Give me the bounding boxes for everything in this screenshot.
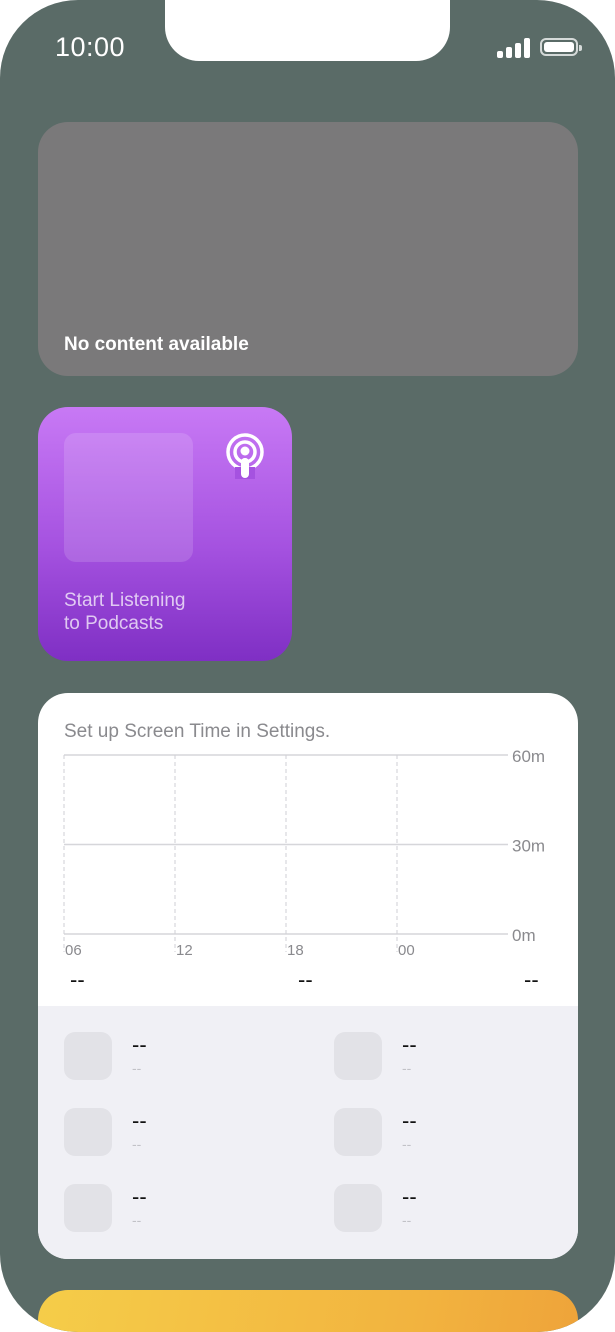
summary-value: -- [524,967,539,992]
chart-x-tick-label: 06 [65,942,82,959]
podcasts-label-line1: Start Listening [64,590,186,611]
app-usage-time: -- [132,1060,142,1076]
device-notch [165,0,450,61]
podcasts-widget-label: Start Listening to Podcasts [64,589,264,635]
podcasts-icon [226,433,264,479]
app-name: -- [402,1184,417,1209]
status-time: 10:00 [55,32,126,62]
app-name: -- [132,1108,147,1133]
app-usage-item[interactable]: -- -- [64,1184,314,1236]
screen-time-widget[interactable]: Set up Screen Time in Settings. 60m 30m 0m… [38,693,578,1259]
summary-value: -- [298,967,313,992]
app-usage-time: -- [132,1212,142,1228]
app-usage-time: -- [402,1060,412,1076]
chart-x-tick-label: 18 [287,942,304,959]
home-screen: 10:00 No content available Start Listeni… [0,0,615,1332]
battery-icon [540,38,582,56]
app-usage-item[interactable]: -- -- [64,1032,314,1084]
empty-widget-message: No content available [64,334,249,355]
app-icon-placeholder [334,1032,382,1080]
empty-widget[interactable]: No content available [38,122,578,376]
app-usage-item[interactable]: -- -- [334,1108,578,1160]
chart-x-tick-label: 12 [176,942,193,959]
chart-y-tick-label: 30m [512,837,545,856]
app-icon-placeholder [334,1184,382,1232]
app-usage-item[interactable]: -- -- [334,1184,578,1236]
podcasts-label-line2: to Podcasts [64,613,164,634]
app-usage-item[interactable]: -- -- [334,1032,578,1084]
app-usage-item[interactable]: -- -- [64,1108,314,1160]
chart-y-tick-label: 60m [512,747,545,766]
app-usage-time: -- [132,1136,142,1152]
app-usage-time: -- [402,1136,412,1152]
partial-widget[interactable] [38,1290,578,1332]
app-name: -- [132,1184,147,1209]
summary-value: -- [70,967,85,992]
app-name: -- [402,1108,417,1133]
app-icon-placeholder [64,1032,112,1080]
chart-x-tick-label: 00 [398,942,415,959]
app-icon-placeholder [334,1108,382,1156]
chart-y-tick-label: 0m [512,926,536,945]
app-usage-list: -- -- -- -- -- -- -- -- -- -- -- -- [38,1006,578,1259]
app-name: -- [402,1032,417,1057]
app-name: -- [132,1032,147,1057]
podcasts-widget[interactable]: Start Listening to Podcasts [38,407,292,661]
cellular-signal-icon [497,38,531,58]
app-icon-placeholder [64,1184,112,1232]
app-usage-time: -- [402,1212,412,1228]
screen-time-chart: 60m 30m 0m 06 12 18 00 [63,747,545,959]
app-icon-placeholder [64,1108,112,1156]
podcast-artwork-placeholder [64,433,193,562]
